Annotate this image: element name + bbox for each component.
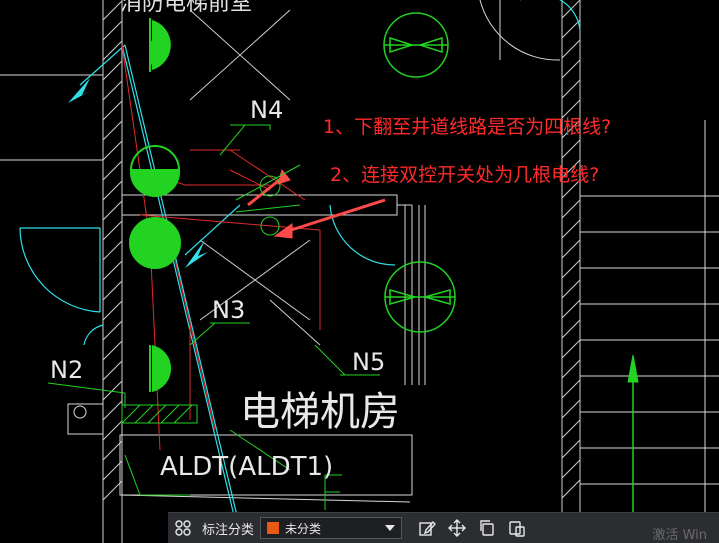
category-color-swatch [267, 522, 280, 534]
annotation-toolbar: 标注分类 未分类 激活 Win [168, 512, 719, 543]
label-n4: N4 [250, 96, 283, 124]
toolbar-label: 标注分类 [202, 522, 255, 538]
question-2: 2、连接双控开关处为几根电线? [330, 164, 600, 186]
copy-icon[interactable] [472, 513, 502, 543]
label-n2: N2 [50, 356, 83, 384]
right-wall-hatch [561, 0, 581, 512]
paste-icon[interactable] [502, 513, 532, 543]
elevator-shaft-marks [189, 9, 321, 346]
cad-drawing-canvas[interactable]: 消防电梯前室 N4 N3 N2 N5 电梯机房 ALDT(ALDT1) [0, 0, 719, 543]
left-wall-hatch [102, 0, 123, 543]
label-room: 电梯机房 [240, 389, 400, 435]
move-icon[interactable] [442, 513, 472, 543]
label-n3: N3 [212, 296, 245, 324]
activation-watermark: 激活 Win [652, 528, 707, 543]
question-1: 1、下翻至井道线路是否为四根线? [323, 116, 612, 138]
grid-icon[interactable] [168, 513, 198, 543]
stair-up-arrow [627, 354, 639, 512]
category-value: 未分类 [285, 521, 322, 536]
chevron-down-icon [385, 525, 396, 531]
junction-box [67, 403, 104, 435]
category-select[interactable]: 未分类 [260, 517, 403, 539]
label-n5: N5 [352, 348, 385, 376]
label-top-partial: 消防电梯前室 [120, 0, 252, 16]
stair-lines [580, 120, 719, 512]
edit-icon[interactable] [412, 513, 442, 543]
cyan-lines [19, 0, 581, 521]
label-panel: ALDT(ALDT1) [160, 452, 333, 482]
